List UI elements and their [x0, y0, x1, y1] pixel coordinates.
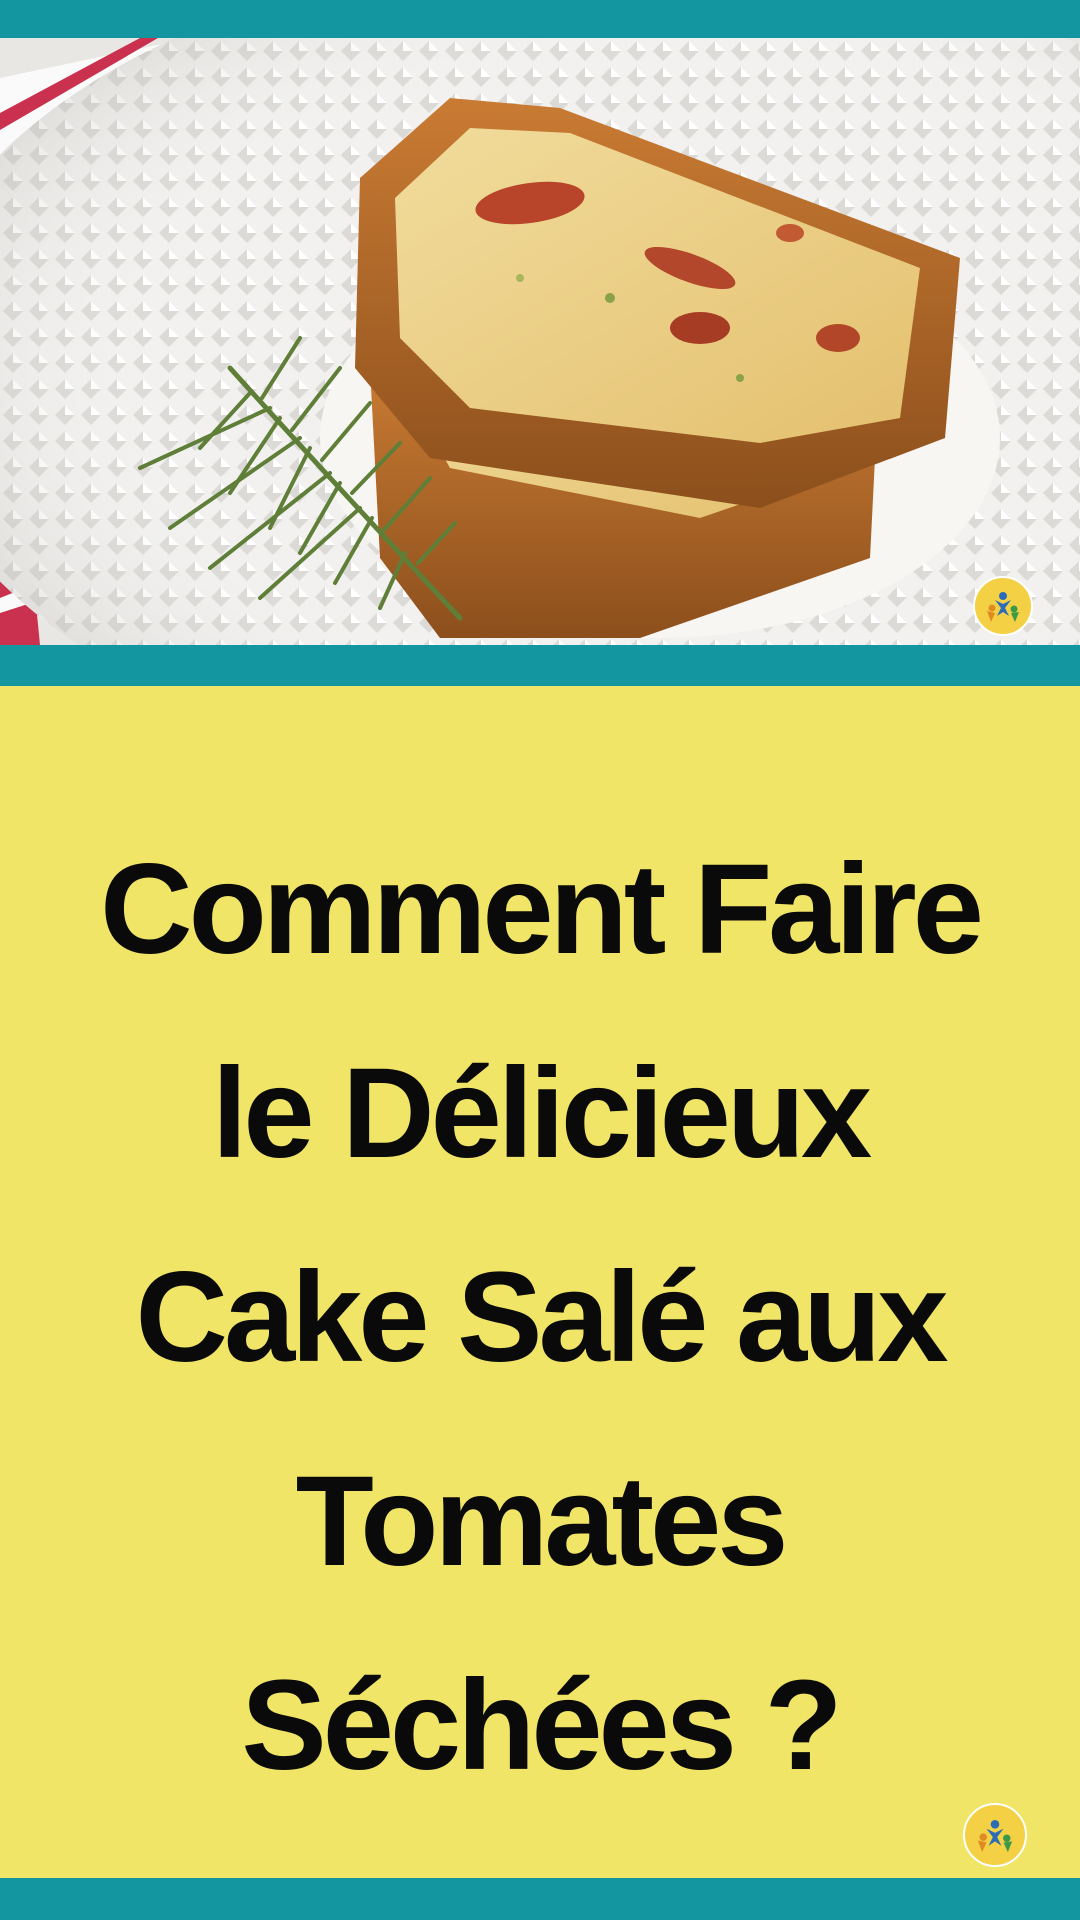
title-panel: Comment Faire le Délicieux Cake Salé aux…	[0, 686, 1080, 1878]
bottom-teal-band	[0, 1878, 1080, 1920]
title-line-3: Cake Salé aux	[135, 1246, 949, 1389]
brand-logo-icon	[963, 1803, 1027, 1867]
top-teal-band	[0, 0, 1080, 38]
title-line-5: Séchées ?	[241, 1654, 842, 1797]
cake-illustration	[0, 38, 1080, 645]
title-line-4: Tomates	[295, 1450, 789, 1593]
title-line-1: Comment Faire	[100, 838, 984, 981]
brand-logo-icon	[973, 576, 1033, 636]
page-title: Comment Faire le Délicieux Cake Salé aux…	[40, 808, 1040, 1828]
pin-card: Comment Faire le Délicieux Cake Salé aux…	[0, 0, 1080, 1920]
middle-teal-band	[0, 645, 1080, 686]
cake-photo	[0, 38, 1080, 645]
title-line-2: le Délicieux	[211, 1042, 872, 1185]
